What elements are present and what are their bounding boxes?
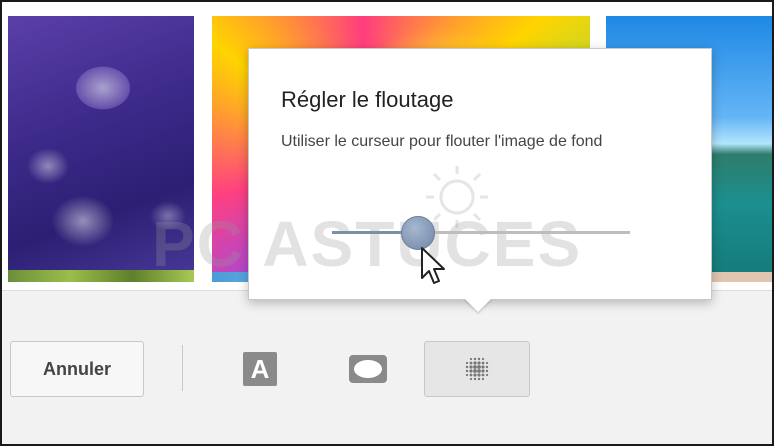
mouse-pointer-icon — [421, 247, 445, 284]
toolbar-separator — [182, 345, 183, 391]
editor-toolbar: Annuler A — [2, 290, 772, 444]
watermark-text: PC ASTUCES — [152, 208, 583, 280]
text-icon: A — [243, 352, 277, 386]
text-tool-button[interactable]: A — [230, 341, 290, 397]
ellipse-shape-icon — [349, 355, 387, 383]
blur-tool-button[interactable] — [424, 341, 530, 397]
bottom-strip — [2, 436, 772, 444]
popup-pointer-arrow — [464, 298, 492, 312]
blur-dots-icon — [465, 357, 489, 381]
blur-slider-thumb[interactable] — [401, 216, 435, 250]
popup-description: Utiliser le curseur pour flouter l'image… — [281, 133, 603, 150]
window-frame: Annuler A Régler le floutage Utiliser le… — [0, 0, 774, 446]
blur-slider-track[interactable] — [332, 231, 630, 234]
cancel-button[interactable]: Annuler — [10, 341, 144, 397]
shape-tool-button[interactable] — [336, 341, 400, 397]
popup-title: Régler le floutage — [281, 87, 454, 112]
